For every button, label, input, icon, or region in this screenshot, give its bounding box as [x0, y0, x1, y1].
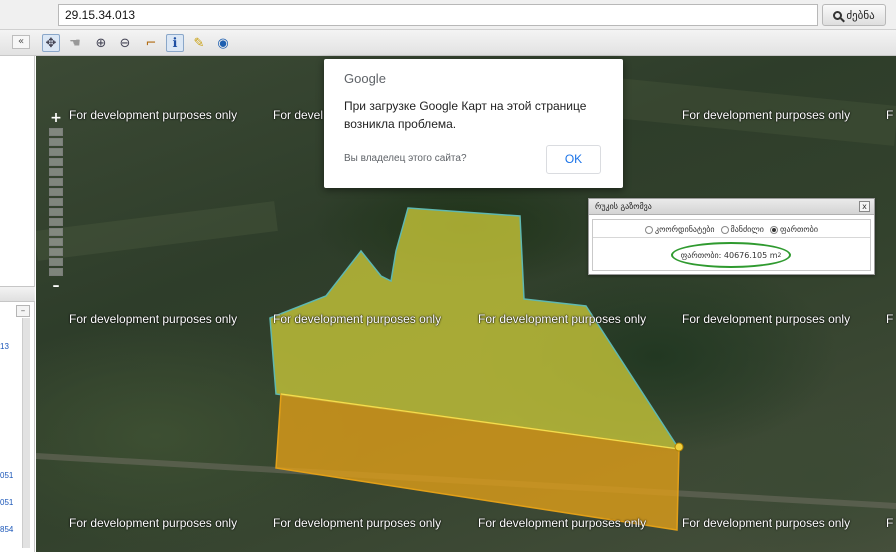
- zoom-step[interactable]: [49, 158, 63, 166]
- info-icon[interactable]: ℹ: [166, 34, 184, 52]
- zoom-in-button[interactable]: +: [48, 110, 64, 126]
- zoom-step[interactable]: [49, 248, 63, 256]
- sidebar-item[interactable]: 13: [0, 342, 9, 351]
- measure-panel-title: რუკის გაზომვა: [589, 199, 874, 215]
- top-bar: ძებნა: [0, 0, 896, 30]
- watermark-text: F: [886, 516, 894, 530]
- zoom-step[interactable]: [49, 218, 63, 226]
- watermark-text: For development purposes only: [69, 108, 238, 122]
- area-unit-power: 2: [777, 251, 782, 259]
- error-message: При загрузке Google Карт на этой страниц…: [344, 99, 587, 131]
- zoom-in-icon[interactable]: ⊕: [92, 34, 110, 52]
- zoom-step[interactable]: [49, 238, 63, 246]
- radio-icon: [720, 225, 729, 234]
- sidebar-collapse-button[interactable]: –: [16, 305, 30, 317]
- ruler-icon[interactable]: ⌐: [142, 34, 160, 52]
- area-result-label: ფართობი:: [680, 250, 722, 260]
- area-result: ფართობი: 40676.105 m2: [671, 242, 791, 268]
- close-icon[interactable]: x: [859, 201, 870, 212]
- sidebar-scrollbar[interactable]: [22, 318, 30, 548]
- ok-button[interactable]: OK: [546, 145, 601, 174]
- radio-icon: [645, 225, 654, 234]
- zoom-step[interactable]: [49, 258, 63, 266]
- measure-mode-options: კოორდინატები მანძილი ფართობი: [593, 222, 870, 238]
- watermark-text: For development purposes only: [273, 312, 442, 326]
- watermark-text: For development purposes only: [273, 516, 442, 530]
- watermark-text: For development purposes only: [478, 516, 647, 530]
- owner-question: Вы владелец этого сайта?: [344, 153, 467, 164]
- google-logo: Google: [344, 71, 386, 86]
- zoom-step[interactable]: [49, 198, 63, 206]
- radio-distance[interactable]: მანძილი: [720, 225, 764, 234]
- zoom-out-button[interactable]: –: [48, 278, 64, 294]
- watermark-text: For development purposes only: [478, 312, 647, 326]
- area-unit: m: [769, 250, 778, 260]
- highlight-icon[interactable]: ✎: [190, 34, 208, 52]
- search-button-label: ძებნა: [846, 8, 875, 22]
- zoom-step[interactable]: [49, 188, 63, 196]
- zoom-control[interactable]: + –: [48, 110, 64, 294]
- globe-icon[interactable]: ◉: [214, 34, 232, 52]
- watermark-text: For development purposes only: [682, 516, 851, 530]
- area-result-value: 40676.105: [723, 250, 768, 260]
- zoom-step[interactable]: [49, 128, 63, 136]
- watermark-text: For devel: [273, 108, 324, 122]
- watermark-text: For development purposes only: [682, 108, 851, 122]
- zoom-step[interactable]: [49, 268, 63, 276]
- sidebar-item[interactable]: 854: [0, 525, 13, 534]
- zoom-step[interactable]: [49, 168, 63, 176]
- zoom-step[interactable]: [49, 228, 63, 236]
- watermark-text: For development purposes only: [682, 312, 851, 326]
- measure-panel: რუკის გაზომვა x კოორდინატები მანძილი ფარ…: [588, 198, 875, 275]
- google-maps-error-dialog: Google При загрузке Google Карт на этой …: [324, 59, 623, 188]
- map-toolbar: « ✥ ☚ ⊕ ⊖ ⌐ ℹ ✎ ◉: [0, 30, 896, 56]
- zoom-out-icon[interactable]: ⊖: [116, 34, 134, 52]
- watermark-text: For development purposes only: [69, 516, 238, 530]
- watermark-text: F: [886, 108, 894, 122]
- sidebar-item[interactable]: 051: [0, 498, 13, 507]
- radio-area[interactable]: ფართობი: [769, 225, 818, 234]
- pan-icon[interactable]: ✥: [42, 34, 60, 52]
- search-icon: [833, 10, 843, 20]
- search-input[interactable]: [58, 4, 818, 26]
- measure-panel-body: კოორდინატები მანძილი ფართობი ფართობი: 40…: [592, 219, 871, 271]
- zoom-step[interactable]: [49, 138, 63, 146]
- search-button[interactable]: ძებნა: [822, 4, 886, 26]
- radio-selected-icon: [769, 225, 778, 234]
- sidebar-section-header: [0, 286, 35, 302]
- sidebar-item[interactable]: 051: [0, 471, 13, 480]
- watermark-text: For development purposes only: [69, 312, 238, 326]
- sidebar-panel: – 13 051 051 854: [0, 56, 35, 552]
- hand-icon[interactable]: ☚: [66, 34, 84, 52]
- collapse-sidebar-button[interactable]: «: [12, 35, 30, 49]
- zoom-step[interactable]: [49, 178, 63, 186]
- radio-coordinates[interactable]: კოორდინატები: [645, 225, 715, 234]
- zoom-step[interactable]: [49, 208, 63, 216]
- watermark-text: F: [886, 312, 894, 326]
- zoom-step[interactable]: [49, 148, 63, 156]
